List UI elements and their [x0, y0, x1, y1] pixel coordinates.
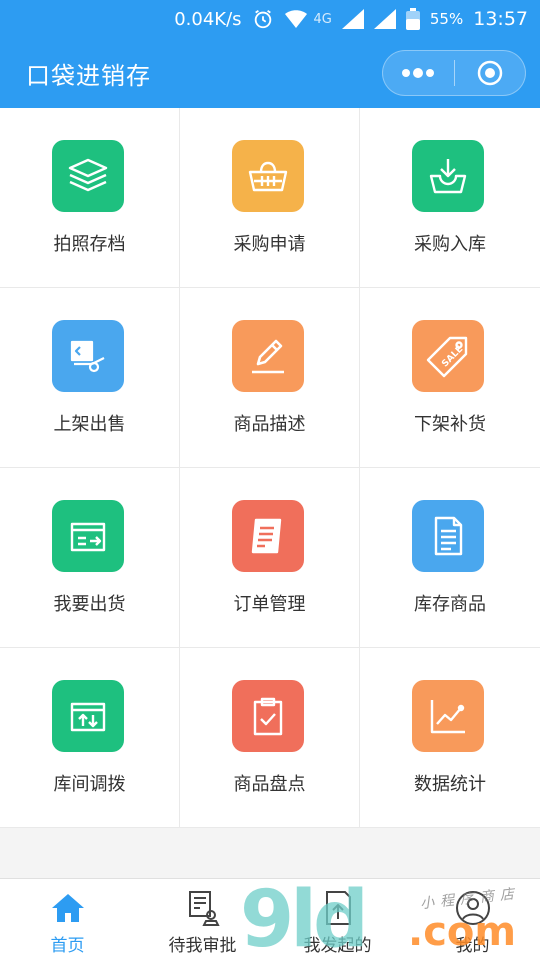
target-icon — [477, 60, 502, 86]
more-button[interactable] — [383, 51, 454, 95]
grid-item-stock-products[interactable]: 库存商品 — [360, 468, 540, 648]
receipt-icon — [251, 518, 282, 554]
clock: 13:57 — [473, 8, 528, 30]
sale-tag-icon: SALE — [426, 336, 468, 378]
tile-9 — [52, 680, 124, 752]
network-type: 4G — [313, 11, 332, 27]
tile-1 — [232, 140, 304, 212]
more-dots-icon — [402, 68, 435, 78]
tab-label: 待我审批 — [168, 936, 237, 956]
close-button[interactable] — [455, 51, 526, 95]
grid-item-label: 库存商品 — [414, 594, 486, 615]
alarm-icon — [252, 8, 274, 30]
tile-7 — [232, 500, 304, 572]
nav-bar: 口袋进销存 — [0, 38, 540, 108]
approval-icon — [188, 891, 220, 926]
tab-initiated[interactable]: 我发起的 — [270, 879, 405, 960]
tab-label: 我发起的 — [303, 936, 372, 956]
upload-doc-icon — [325, 891, 351, 925]
layers-icon — [68, 158, 108, 192]
grid-item-ship-out[interactable]: 我要出货 — [0, 468, 180, 648]
tile-4 — [232, 320, 304, 392]
box-out-icon — [70, 522, 106, 552]
grid-item-delist-restock[interactable]: SALE 下架补货 — [360, 288, 540, 468]
clipboard-check-icon — [253, 697, 283, 736]
grid-item-product-description[interactable]: 商品描述 — [180, 288, 360, 468]
tile-5: SALE — [412, 320, 484, 392]
grid-item-label: 商品盘点 — [233, 774, 306, 795]
mini-program-capsule — [382, 50, 526, 96]
grid-item-label: 订单管理 — [233, 594, 306, 615]
grid-item-purchase-request[interactable]: 采购申请 — [180, 108, 360, 288]
grid-item-label: 我要出货 — [53, 594, 126, 615]
status-bar: 0.04K/s 4G 55% 13:57 — [0, 0, 540, 38]
grid-item-data-statistics[interactable]: 数据统计 — [360, 648, 540, 828]
grid-item-order-management[interactable]: 订单管理 — [180, 468, 360, 648]
battery-percent: 55% — [429, 10, 464, 28]
page-title: 口袋进销存 — [26, 62, 151, 90]
tab-home[interactable]: 首页 — [0, 879, 135, 960]
feature-grid: 拍照存档 采购申请 采购入库 上架出售 商品描述 SALE 下架补货 我要出货 … — [0, 108, 540, 828]
grid-item-label: 库间调拨 — [53, 774, 126, 795]
signal-icon-2 — [373, 9, 396, 29]
tile-3 — [52, 320, 124, 392]
grid-item-label: 采购申请 — [233, 234, 306, 255]
grid-item-label: 拍照存档 — [53, 234, 126, 255]
tab-pending-approval[interactable]: 待我审批 — [135, 879, 270, 960]
grid-item-label: 下架补货 — [414, 414, 486, 435]
battery-icon — [405, 8, 420, 30]
document-icon — [434, 516, 463, 556]
basket-icon — [248, 161, 288, 192]
tile-0 — [52, 140, 124, 212]
grid-item-label: 采购入库 — [414, 234, 486, 255]
wifi-icon — [284, 8, 308, 30]
tile-2 — [412, 140, 484, 212]
tab-mine[interactable]: 我的 — [405, 879, 540, 960]
tab-bar: 首页 待我审批 我发起的 我的 — [0, 878, 540, 960]
grid-item-label: 数据统计 — [414, 774, 486, 795]
grid-item-label: 商品描述 — [233, 414, 306, 435]
line-chart-icon — [430, 700, 465, 734]
grid-item-photo-archive[interactable]: 拍照存档 — [0, 108, 180, 288]
tile-8 — [412, 500, 484, 572]
tab-label: 我的 — [455, 936, 490, 956]
grid-item-label: 上架出售 — [53, 414, 126, 435]
grid-item-warehouse-transfer[interactable]: 库间调拨 — [0, 648, 180, 828]
signal-icon — [341, 9, 364, 29]
grid-item-inventory-check[interactable]: 商品盘点 — [180, 648, 360, 828]
tile-6 — [52, 500, 124, 572]
hand-truck-icon — [70, 340, 105, 373]
home-icon — [51, 894, 84, 922]
inbox-download-icon — [429, 159, 467, 194]
tab-label: 首页 — [50, 936, 85, 956]
pencil-icon — [252, 339, 284, 374]
grid-item-list-for-sale[interactable]: 上架出售 — [0, 288, 180, 468]
grid-item-purchase-stock-in[interactable]: 采购入库 — [360, 108, 540, 288]
user-icon — [455, 891, 490, 925]
tile-11 — [412, 680, 484, 752]
network-speed: 0.04K/s — [174, 8, 242, 30]
tile-10 — [232, 680, 304, 752]
box-transfer-icon — [70, 702, 106, 732]
